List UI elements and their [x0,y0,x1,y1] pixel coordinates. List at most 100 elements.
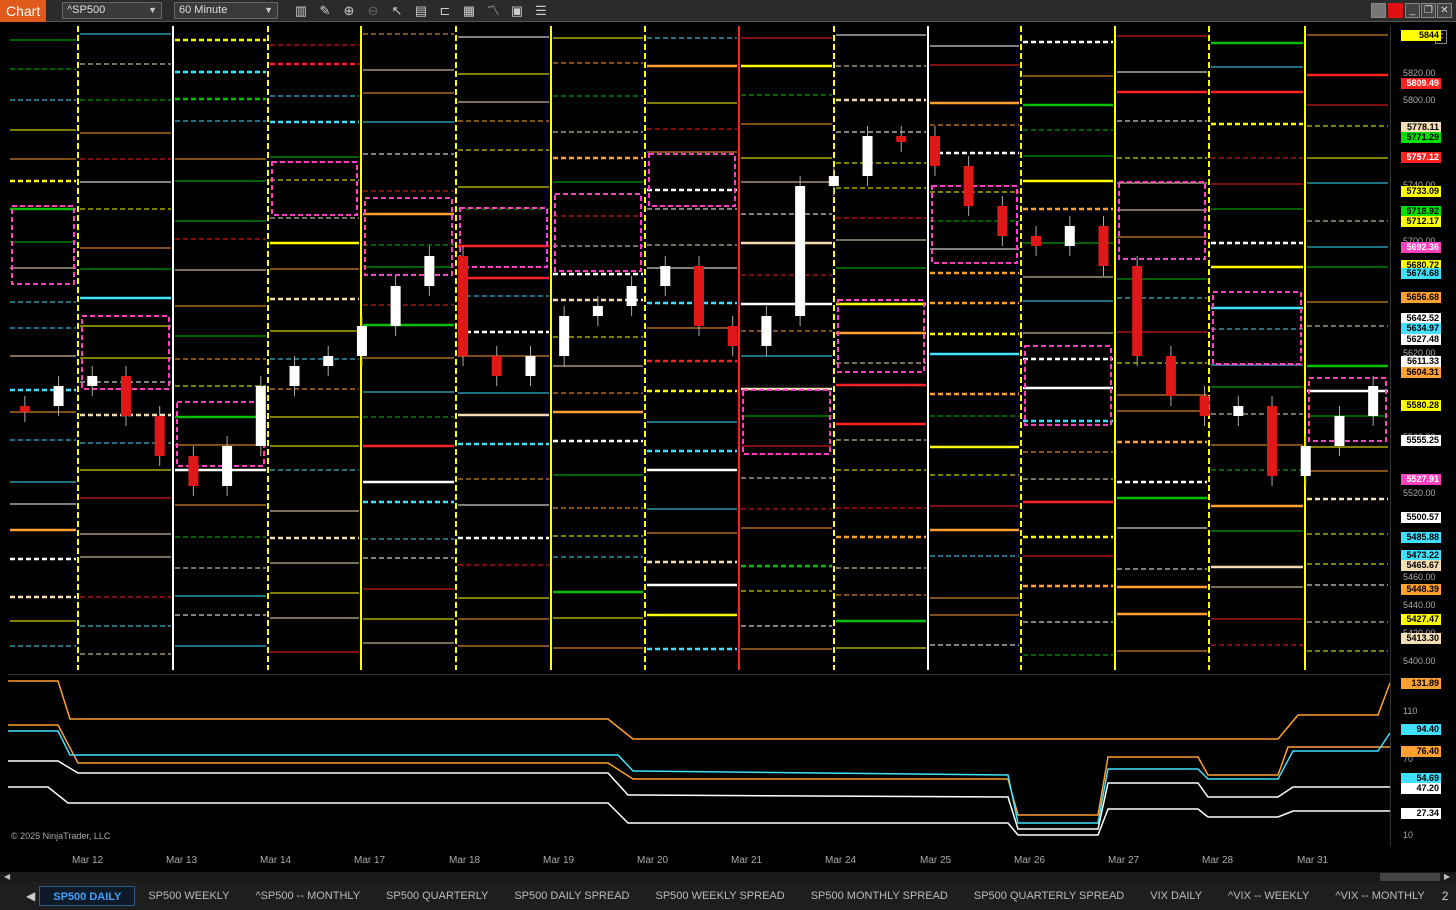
candle-body [289,366,300,386]
indicator-tag: 76.40 [1401,746,1441,757]
minimize-icon[interactable]: _ [1405,3,1420,18]
list-icon[interactable]: ☰ [532,2,550,20]
price-tag: 5413.30 [1401,633,1441,644]
data-box-icon[interactable]: ▤ [412,2,430,20]
pivot-box [364,197,453,276]
candle-body [458,256,469,356]
chevron-down-icon: ▼ [148,5,157,15]
plus-icon[interactable]: + [1452,889,1456,903]
price-tag: 5712.17 [1401,216,1441,227]
candle-body [896,136,907,142]
pivot-box [1212,291,1302,365]
chart-window-label: Chart [0,0,46,22]
candle-body [997,206,1008,236]
candle-body [1233,406,1244,416]
instrument-selector[interactable]: ^SP500 ▼ [62,2,162,19]
candle-body [53,386,64,406]
time-axis-label: Mar 13 [166,855,198,866]
price-axis[interactable]: F 5820.005800.005740.005700.005620.00556… [1390,26,1456,846]
time-axis-label: Mar 14 [260,855,292,866]
candle-body [1267,406,1278,476]
horizontal-scrollbar[interactable]: ◀ ▶ [0,872,1456,882]
price-axis-label: 5820.00 [1403,68,1436,78]
candle-body [19,406,30,412]
candle-body [87,376,98,386]
chart-tab[interactable]: VIX DAILY [1137,886,1215,906]
close-icon[interactable]: ✕ [1437,3,1452,18]
time-axis-label: Mar 24 [825,855,857,866]
zoom-in-icon[interactable]: ⊕ [340,2,358,20]
candle-body [154,416,165,456]
price-tag: 5580.28 [1401,400,1441,411]
time-axis-label: Mar 19 [543,855,575,866]
indicator-chart-canvas [8,680,1390,836]
chart-tab[interactable]: SP500 MONTHLY SPREAD [798,886,961,906]
price-axis-label: 5520.00 [1403,488,1436,498]
chevron-down-icon: ▼ [264,5,273,15]
pivot-box [11,205,75,285]
maximize-icon[interactable]: ❐ [1421,3,1436,18]
time-axis-label: Mar 26 [1014,855,1046,866]
pivot-box [1118,181,1206,260]
chart-tab[interactable]: SP500 QUARTERLY [373,886,501,906]
draw-tool-icon[interactable]: ✎ [316,2,334,20]
pointer-icon[interactable]: ↖ [388,2,406,20]
link-color-icon[interactable] [1388,3,1403,18]
candle-body [795,186,806,316]
candle-body [862,136,873,176]
time-axis-label: Mar 25 [920,855,952,866]
price-axis-label: 5400.00 [1403,656,1436,666]
candle-body [694,266,704,326]
chart-tab[interactable]: SP500 DAILY [39,886,136,906]
indicator-panel[interactable] [8,674,1390,846]
properties-icon[interactable]: ▣ [508,2,526,20]
candle-body [525,356,536,376]
scroll-left-icon[interactable]: ◀ [4,872,10,881]
chart-tabs: ◀ SP500 DAILY SP500 WEEKLY ^SP500 -- MONTH… [0,882,1456,910]
color-swatch-icon[interactable] [1371,3,1386,18]
candle-body [222,446,233,486]
chart-tab[interactable]: SP500 QUARTERLY SPREAD [961,886,1137,906]
interval-selector[interactable]: 60 Minute ▼ [174,2,278,19]
chart-tab[interactable]: ^SP500 -- MONTHLY [242,886,373,906]
indicator-axis-label: 110 [1403,706,1418,716]
candle-body [1300,446,1311,476]
time-axis-label: Mar 28 [1202,855,1234,866]
price-tag: 5500.57 [1401,512,1441,523]
time-axis-label: Mar 18 [449,855,481,866]
candle-body [1199,396,1210,416]
pivot-box [648,153,736,207]
candle-body [1368,386,1379,416]
indicator-line [8,680,1390,740]
indicator-tag: 27.34 [1401,808,1441,819]
candle-body [761,316,772,346]
bar-type-icon[interactable]: ▥ [292,2,310,20]
tab-scroll-left-icon[interactable]: ◀ [22,889,39,903]
chart-tab[interactable]: SP500 DAILY SPREAD [501,886,642,906]
indicators-icon[interactable]: ▦ [460,2,478,20]
scroll-right-icon[interactable]: ▶ [1444,872,1450,881]
candle-body [491,356,502,376]
price-tag: 5634.97 [1401,323,1441,334]
time-axis[interactable]: Mar 12 Mar 13 Mar 14 Mar 17 Mar 18 Mar 19 Mar … [8,848,1390,872]
price-panel[interactable] [8,26,1390,670]
price-tag: 5527.91 [1401,474,1441,485]
instrument-value: ^SP500 [67,4,106,16]
chart-tab[interactable]: ^VIX -- WEEKLY [1215,886,1322,906]
pivot-box [271,161,358,216]
chart-tab[interactable]: ^VIX -- MONTHLY [1322,886,1437,906]
chart-tab[interactable]: SP500 WEEKLY SPREAD [643,886,798,906]
candle-body [1132,266,1143,356]
price-tag: 5427.47 [1401,614,1441,625]
price-tag: 5485.88 [1401,532,1441,543]
candle-body [1031,236,1042,246]
tab-page-number[interactable]: 2 [1438,889,1453,903]
chart-style-icon[interactable]: 〽 [484,2,502,20]
price-tag: 5692.36 [1401,242,1441,253]
zoom-out-icon[interactable]: ⊖ [364,2,382,20]
strategies-icon[interactable]: ⊏ [436,2,454,20]
copyright-notice: © 2025 NinjaTrader, LLC [11,831,111,841]
pivot-box [742,389,831,455]
chart-tab[interactable]: SP500 WEEKLY [135,886,242,906]
scrollbar-thumb[interactable] [1380,873,1440,881]
